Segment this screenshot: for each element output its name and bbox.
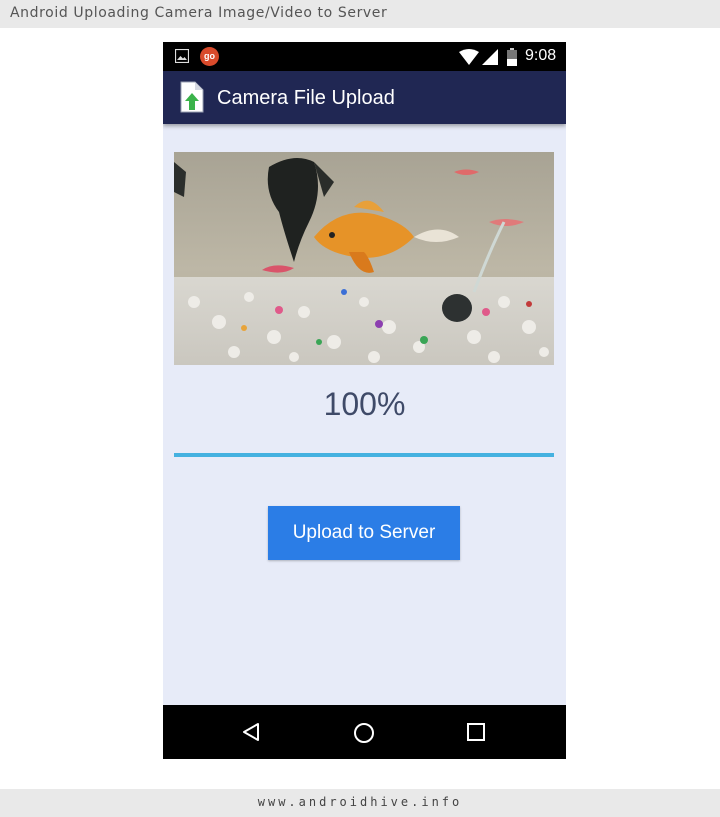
app-title: Camera File Upload — [217, 87, 395, 109]
top-banner: Android Uploading Camera Image/Video to … — [0, 0, 720, 28]
app-bar: Camera File Upload — [163, 71, 566, 124]
image-icon — [175, 49, 189, 63]
aquarium-photo — [174, 152, 554, 365]
navigation-bar — [163, 705, 566, 759]
home-icon[interactable] — [353, 722, 375, 744]
image-preview — [174, 152, 554, 365]
footer-site: www.androidhive.info — [257, 795, 463, 809]
battery-icon — [507, 48, 517, 66]
go-app-icon: go — [200, 47, 219, 66]
upload-progress-fill — [174, 453, 554, 457]
footer-banner: www.androidhive.info — [0, 789, 720, 817]
go-badge-label: go — [204, 51, 215, 61]
recents-icon[interactable] — [467, 723, 485, 741]
status-time: 9:08 — [525, 47, 557, 64]
upload-progress-bar — [174, 453, 554, 457]
phone-screen: go 9:08 Camera File Upload 100% Upload t… — [163, 42, 566, 759]
banner-title: Android Uploading Camera Image/Video to … — [10, 5, 388, 21]
upload-to-server-button[interactable]: Upload to Server — [268, 506, 460, 560]
signal-icon — [482, 49, 498, 65]
status-bar: go 9:08 — [163, 42, 566, 71]
file-upload-icon — [180, 81, 204, 113]
back-icon[interactable] — [241, 722, 261, 742]
progress-percentage: 100% — [323, 386, 406, 422]
wifi-icon — [459, 49, 479, 65]
